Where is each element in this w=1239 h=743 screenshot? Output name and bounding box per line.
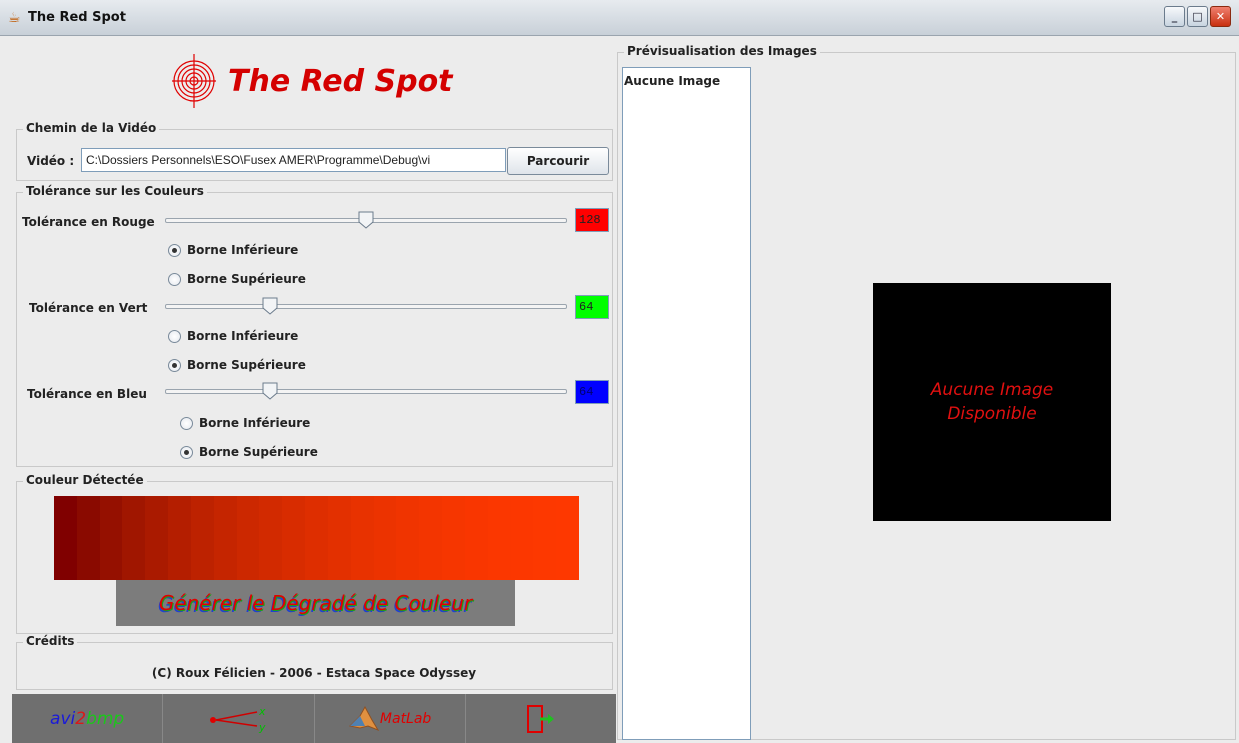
green-tolerance-label: Tolérance en Vert (29, 301, 148, 315)
gradient-stripe (556, 496, 580, 580)
gradient-stripe (145, 496, 169, 580)
generate-gradient-button[interactable]: Générer le Dégradé de Couleur (116, 580, 515, 626)
red-lower-bound-radio[interactable]: Borne Inférieure (168, 243, 298, 257)
blue-tolerance-slider[interactable] (165, 382, 567, 402)
radio-label: Borne Supérieure (199, 445, 318, 459)
radio-label: Borne Inférieure (187, 243, 299, 257)
minimize-button[interactable]: _ (1164, 6, 1185, 27)
list-item[interactable]: Aucune Image (623, 68, 750, 88)
radio-dot (168, 272, 181, 286)
gradient-stripe (122, 496, 146, 580)
gradient-stripe (487, 496, 511, 580)
group-title: Prévisualisation des Images (624, 44, 820, 58)
red-tolerance-slider[interactable] (165, 211, 567, 231)
gradient-stripe (305, 496, 328, 580)
video-label: Vidéo : (27, 154, 75, 168)
color-gradient (54, 496, 580, 580)
bottom-toolbar: avi2bmp x y MatLab (12, 694, 616, 743)
browse-button[interactable]: Parcourir (507, 147, 609, 175)
credits-text: (C) Roux Félicien - 2006 - Estaca Space … (151, 666, 477, 680)
group-title: Tolérance sur les Couleurs (23, 184, 207, 198)
gradient-stripe (327, 496, 351, 580)
group-title: Couleur Détectée (23, 473, 147, 487)
tolerance-group: Tolérance sur les Couleurs (16, 184, 613, 467)
blue-tolerance-label: Tolérance en Bleu (27, 387, 147, 401)
gradient-stripe (168, 496, 191, 580)
gradient-stripe (373, 496, 397, 580)
gradient-stripe (54, 496, 77, 580)
radio-dot (168, 243, 181, 257)
gradient-stripe (533, 496, 557, 580)
radio-dot (180, 416, 193, 430)
app-logo: The Red Spot (172, 50, 453, 112)
red-upper-bound-radio[interactable]: Borne Supérieure (168, 272, 306, 286)
blue-value-box[interactable]: 64 (575, 380, 609, 404)
gradient-stripe (236, 496, 260, 580)
radio-label: Borne Inférieure (187, 329, 299, 343)
green-lower-bound-radio[interactable]: Borne Inférieure (168, 329, 298, 343)
gradient-stripe (76, 496, 100, 580)
exit-button[interactable] (466, 694, 616, 743)
axes-icon: x y (210, 705, 266, 734)
video-path-input[interactable]: C:\Dossiers Personnels\ESO\Fusex AMER\Pr… (81, 148, 506, 172)
preview-placeholder-line2: Disponible (947, 404, 1037, 424)
radio-dot (168, 358, 181, 372)
title-bar: ☕ The Red Spot _ □ ✕ (0, 0, 1239, 36)
radio-label: Borne Inférieure (199, 416, 311, 430)
preview-placeholder-line1: Aucune Image (930, 380, 1054, 400)
window-title: The Red Spot (28, 10, 126, 25)
radio-dot (180, 445, 193, 459)
matlab-button[interactable]: MatLab (315, 694, 466, 743)
java-cup-icon: ☕ (8, 10, 21, 26)
image-preview: Aucune Image Disponible (873, 283, 1111, 521)
generate-gradient-label: Générer le Dégradé de Couleur (158, 591, 473, 615)
red-value-box[interactable]: 128 (575, 208, 609, 232)
slider-thumb[interactable] (357, 211, 375, 229)
gradient-stripe (442, 496, 465, 580)
gradient-stripe (259, 496, 283, 580)
green-value-box[interactable]: 64 (575, 295, 609, 319)
axes-tool-button[interactable]: x y (163, 694, 315, 743)
x-axis-label: x (258, 705, 266, 718)
image-list[interactable]: Aucune Image (622, 67, 751, 740)
exit-icon (526, 704, 554, 733)
gradient-stripe (419, 496, 443, 580)
logo-text: The Red Spot (228, 63, 453, 99)
radio-dot (168, 329, 181, 343)
red-tolerance-label: Tolérance en Rouge (22, 215, 155, 229)
gradient-stripe (213, 496, 237, 580)
slider-track (165, 304, 567, 309)
radio-label: Borne Supérieure (187, 358, 306, 372)
slider-track (165, 389, 567, 394)
slider-thumb[interactable] (261, 297, 279, 315)
gradient-stripe (464, 496, 488, 580)
matlab-label: MatLab (379, 710, 432, 727)
gradient-stripe (510, 496, 534, 580)
matlab-icon (348, 705, 380, 731)
group-title: Chemin de la Vidéo (23, 121, 160, 135)
green-tolerance-slider[interactable] (165, 297, 567, 317)
gradient-stripe (350, 496, 374, 580)
group-title: Crédits (23, 634, 78, 648)
gradient-stripe (190, 496, 214, 580)
target-icon (172, 54, 216, 108)
gradient-stripe (282, 496, 306, 580)
radio-label: Borne Supérieure (187, 272, 306, 286)
blue-lower-bound-radio[interactable]: Borne Inférieure (180, 416, 310, 430)
gradient-stripe (99, 496, 123, 580)
slider-thumb[interactable] (261, 382, 279, 400)
avi2bmp-logo: avi2bmp (50, 708, 125, 729)
green-upper-bound-radio[interactable]: Borne Supérieure (168, 358, 306, 372)
maximize-button[interactable]: □ (1187, 6, 1208, 27)
close-button[interactable]: ✕ (1210, 6, 1231, 27)
avi2bmp-button[interactable]: avi2bmp (12, 694, 164, 743)
y-axis-label: y (258, 721, 266, 734)
gradient-stripe (396, 496, 420, 580)
blue-upper-bound-radio[interactable]: Borne Supérieure (180, 445, 318, 459)
